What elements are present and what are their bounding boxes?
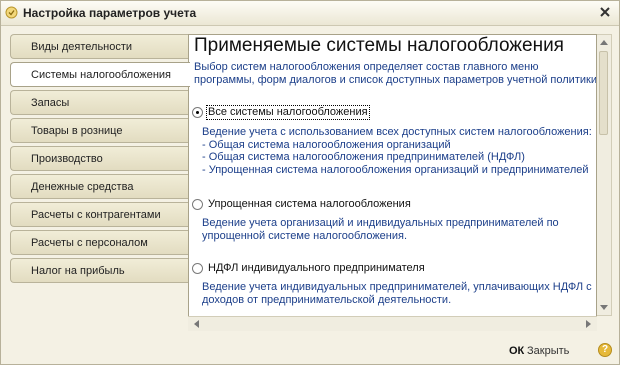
- window-title: Настройка параметров учета: [23, 6, 197, 20]
- close-icon[interactable]: [597, 4, 613, 20]
- settings-window: Настройка параметров учета Виды деятельн…: [0, 0, 620, 365]
- tab-production[interactable]: Производство: [10, 146, 188, 171]
- option-description: Ведение учета индивидуальных предпринима…: [202, 281, 592, 306]
- settings-tabs: Виды деятельности Системы налогообложени…: [10, 34, 190, 286]
- panel-description: Выбор систем налогообложения определяет …: [194, 61, 597, 86]
- horizontal-scrollbar[interactable]: [188, 316, 597, 331]
- tab-activity-types[interactable]: Виды деятельности: [10, 34, 188, 59]
- app-logo-icon: [5, 6, 18, 19]
- radio-button[interactable]: [192, 199, 203, 210]
- tab-inventory[interactable]: Запасы: [10, 90, 188, 115]
- option-description: Ведение учета с использованием всех дост…: [202, 126, 592, 176]
- tax-systems-panel: Применяемые системы налогообложения Выбо…: [188, 34, 597, 331]
- tab-cash[interactable]: Денежные средства: [10, 174, 188, 199]
- scroll-down-icon[interactable]: [600, 305, 608, 310]
- radio-button[interactable]: [192, 107, 203, 118]
- scroll-thumb[interactable]: [599, 51, 608, 135]
- tab-profit-tax[interactable]: Налог на прибыль: [10, 258, 188, 283]
- option-description: Ведение учета организаций и индивидуальн…: [202, 217, 559, 242]
- tab-retail-goods[interactable]: Товары в рознице: [10, 118, 188, 143]
- radio-button[interactable]: [192, 263, 203, 274]
- tab-counterparty-settlements[interactable]: Расчеты с контрагентами: [10, 202, 188, 227]
- scroll-left-icon[interactable]: [194, 320, 199, 328]
- help-icon[interactable]: ?: [598, 343, 612, 357]
- tab-personnel-settlements[interactable]: Расчеты с персоналом: [10, 230, 188, 255]
- vertical-scrollbar[interactable]: [597, 34, 612, 316]
- title-bar: Настройка параметров учета: [1, 1, 619, 26]
- close-button[interactable]: Закрыть: [527, 345, 569, 357]
- dialog-footer: ОК Закрыть ?: [1, 337, 619, 364]
- page-title: Применяемые системы налогообложения: [194, 35, 564, 56]
- scroll-right-icon[interactable]: [586, 320, 591, 328]
- tab-tax-systems[interactable]: Системы налогообложения: [10, 62, 190, 87]
- ok-button[interactable]: ОК: [509, 345, 524, 357]
- scroll-up-icon[interactable]: [600, 40, 608, 45]
